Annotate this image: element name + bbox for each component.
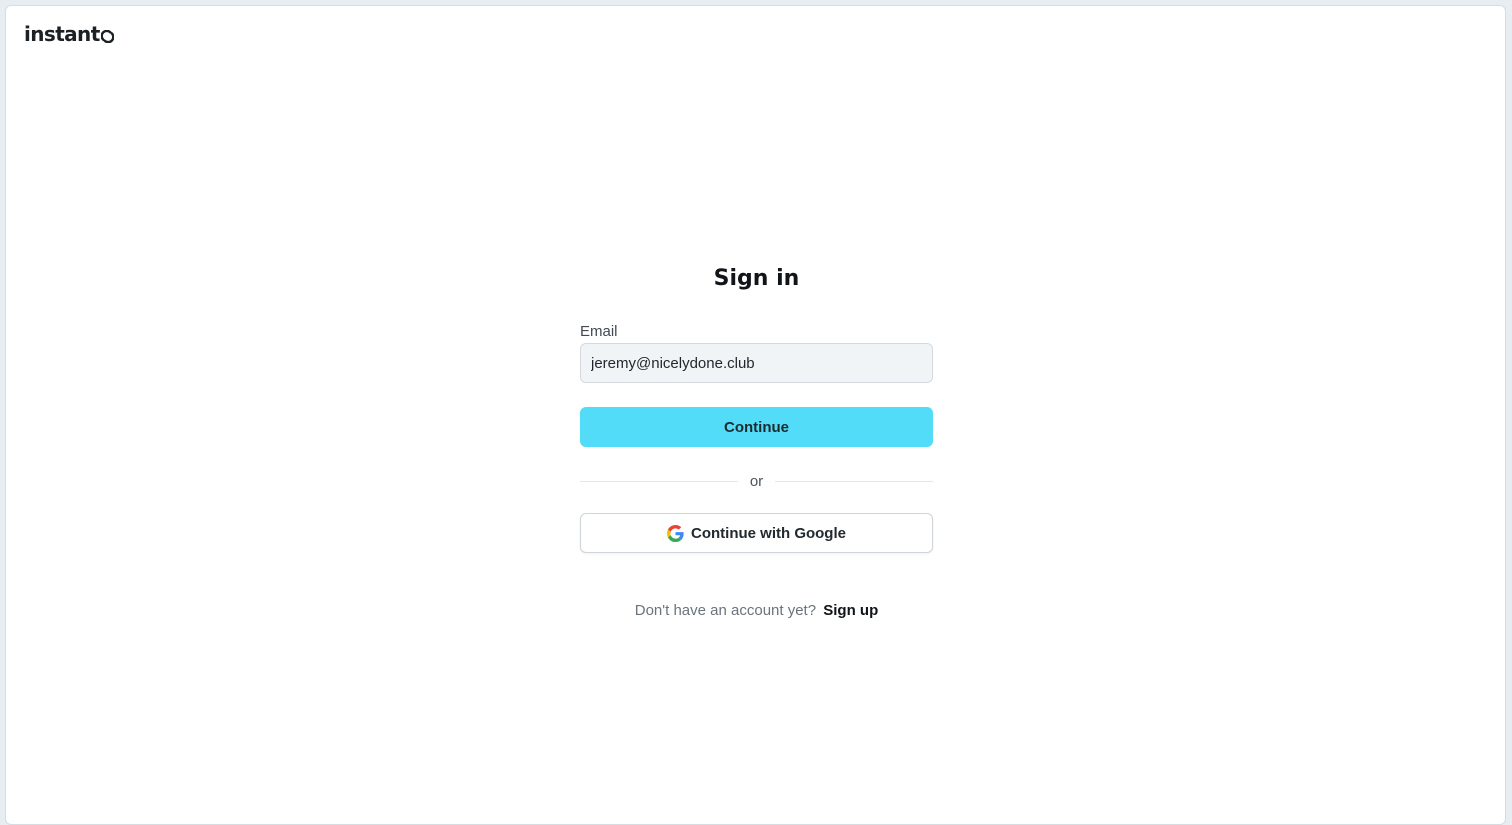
- sign-in-form: Sign in Email Continue or Continue with …: [580, 261, 933, 621]
- divider-text: or: [749, 472, 764, 490]
- divider-line-right: [775, 480, 933, 482]
- continue-button[interactable]: Continue: [580, 407, 933, 447]
- brand-logo[interactable]: instant: [24, 22, 114, 46]
- brand-name: instant: [24, 22, 100, 46]
- or-divider: or: [580, 469, 933, 493]
- email-label: Email: [580, 323, 618, 340]
- google-button-label: Continue with Google: [691, 524, 846, 542]
- sign-up-link[interactable]: Sign up: [823, 602, 878, 619]
- instant-logo-mark-icon: [100, 30, 114, 43]
- app-window: instant Sign in Email Continue or Contin…: [5, 5, 1506, 825]
- email-field[interactable]: [580, 343, 933, 383]
- page-title: Sign in: [713, 266, 800, 291]
- continue-with-google-button[interactable]: Continue with Google: [580, 513, 933, 553]
- google-g-icon: [667, 524, 684, 542]
- signup-row: Don't have an account yet? Sign up: [580, 601, 933, 621]
- signup-prompt: Don't have an account yet?: [634, 602, 817, 619]
- divider-line-left: [580, 480, 738, 482]
